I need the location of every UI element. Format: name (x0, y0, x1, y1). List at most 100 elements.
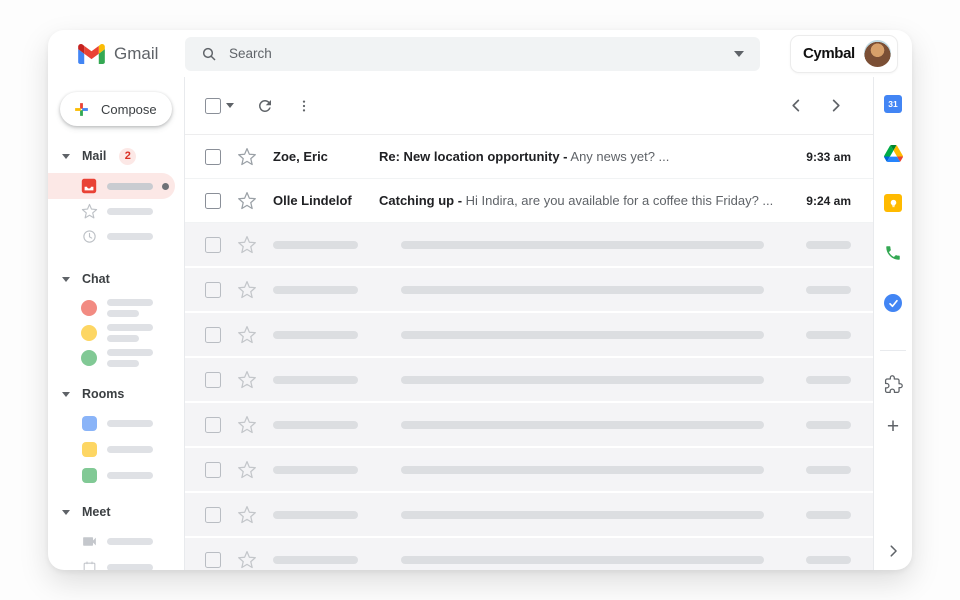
search-bar[interactable] (185, 37, 760, 71)
row-star-icon[interactable] (237, 460, 257, 480)
section-chat[interactable]: Chat (48, 271, 184, 287)
gmail-brand[interactable]: Gmail (78, 44, 185, 64)
row-checkbox[interactable] (205, 282, 221, 298)
left-sidebar: Compose Mail 2 (48, 77, 185, 570)
select-dropdown-icon[interactable] (226, 103, 234, 108)
refresh-button[interactable] (256, 97, 274, 115)
older-page-button[interactable] (828, 98, 843, 113)
meet-join-meeting-item[interactable] (48, 554, 175, 570)
chevron-down-icon[interactable] (62, 392, 70, 397)
skeleton-email-row[interactable] (185, 313, 873, 358)
row-star-icon[interactable] (237, 415, 257, 435)
skeleton-bar (107, 233, 153, 240)
email-row[interactable]: Zoe, Eric Re: New location opportunity -… (185, 135, 873, 179)
row-checkbox[interactable] (205, 417, 221, 433)
gmail-logo-icon (78, 44, 105, 64)
meet-new-meeting-item[interactable] (48, 528, 175, 554)
expand-panel-icon[interactable] (886, 544, 900, 558)
row-star-icon[interactable] (237, 191, 257, 211)
email-sender: Zoe, Eric (273, 149, 379, 164)
skeleton-email-row[interactable] (185, 223, 873, 268)
skeleton-bar (401, 331, 764, 339)
skeleton-email-row[interactable] (185, 448, 873, 493)
row-checkbox[interactable] (205, 149, 221, 165)
google-keep-icon[interactable] (884, 194, 902, 212)
star-icon (80, 203, 98, 220)
skeleton-bar (806, 286, 851, 294)
row-checkbox[interactable] (205, 552, 221, 568)
skeleton-bar (107, 446, 153, 453)
google-drive-icon[interactable] (884, 145, 903, 162)
google-voice-icon[interactable] (884, 244, 902, 262)
side-panel-rail: 31 (873, 77, 912, 570)
row-star-icon[interactable] (237, 370, 257, 390)
section-label-rooms: Rooms (82, 387, 124, 401)
section-mail[interactable]: Mail 2 (48, 148, 184, 164)
email-list-pane: Zoe, Eric Re: New location opportunity -… (185, 77, 873, 570)
skeleton-bar (273, 511, 358, 519)
room-item[interactable] (48, 462, 175, 488)
row-checkbox[interactable] (205, 193, 221, 209)
skeleton-bar (401, 466, 764, 474)
chevron-down-icon[interactable] (62, 277, 70, 282)
section-meet[interactable]: Meet (48, 504, 184, 520)
email-sender: Olle Lindelof (273, 193, 379, 208)
skeleton-bar (273, 376, 358, 384)
user-avatar[interactable] (864, 40, 891, 67)
sidebar-item-starred[interactable] (48, 199, 175, 224)
skeleton-bar (806, 376, 851, 384)
calendar-day-label: 31 (884, 95, 902, 113)
skeleton-email-row[interactable] (185, 538, 873, 570)
chat-contact-item[interactable] (48, 345, 175, 370)
clock-icon (80, 229, 98, 244)
app-header: Gmail Cymbal (48, 30, 912, 77)
compose-button[interactable]: Compose (60, 92, 172, 126)
row-star-icon[interactable] (237, 505, 257, 525)
brand-badge[interactable]: Cymbal (790, 35, 898, 73)
chevron-down-icon[interactable] (62, 510, 70, 515)
chat-contact-item[interactable] (48, 295, 175, 320)
skeleton-email-row[interactable] (185, 358, 873, 403)
row-star-icon[interactable] (237, 325, 257, 345)
presence-dot-icon (81, 325, 97, 341)
search-input[interactable] (229, 46, 734, 61)
skeleton-bar (107, 420, 153, 427)
select-all-checkbox[interactable] (205, 98, 221, 114)
email-row[interactable]: Olle Lindelof Catching up - Hi Indira, a… (185, 179, 873, 223)
row-star-icon[interactable] (237, 550, 257, 570)
more-options-button[interactable] (296, 98, 312, 114)
skeleton-bar (401, 511, 764, 519)
sidebar-item-inbox[interactable] (48, 173, 175, 199)
skeleton-email-row[interactable] (185, 403, 873, 448)
section-rooms[interactable]: Rooms (48, 386, 184, 402)
row-checkbox[interactable] (205, 507, 221, 523)
room-item[interactable] (48, 410, 175, 436)
skeleton-bar (107, 564, 153, 571)
row-checkbox[interactable] (205, 372, 221, 388)
skeleton-email-row[interactable] (185, 268, 873, 313)
list-toolbar (185, 77, 873, 135)
row-checkbox[interactable] (205, 462, 221, 478)
extensions-icon[interactable] (884, 375, 903, 394)
row-star-icon[interactable] (237, 147, 257, 167)
chat-contact-item[interactable] (48, 320, 175, 345)
section-label-meet: Meet (82, 505, 110, 519)
row-star-icon[interactable] (237, 235, 257, 255)
chevron-down-icon[interactable] (62, 154, 70, 159)
search-options-icon[interactable] (734, 51, 744, 57)
row-checkbox[interactable] (205, 327, 221, 343)
email-snippet: Hi Indira, are you available for a coffe… (462, 193, 773, 208)
skeleton-email-row[interactable] (185, 493, 873, 538)
get-addons-icon[interactable]: + (887, 418, 899, 436)
newer-page-button[interactable] (789, 98, 804, 113)
google-calendar-icon[interactable]: 31 (884, 95, 902, 113)
skeleton-bar (401, 241, 764, 249)
email-rows: Zoe, Eric Re: New location opportunity -… (185, 135, 873, 570)
skeleton-bar (806, 421, 851, 429)
presence-dot-icon (81, 350, 97, 366)
row-checkbox[interactable] (205, 237, 221, 253)
sidebar-item-snoozed[interactable] (48, 224, 175, 249)
row-star-icon[interactable] (237, 280, 257, 300)
room-item[interactable] (48, 436, 175, 462)
google-tasks-icon[interactable] (884, 294, 902, 312)
